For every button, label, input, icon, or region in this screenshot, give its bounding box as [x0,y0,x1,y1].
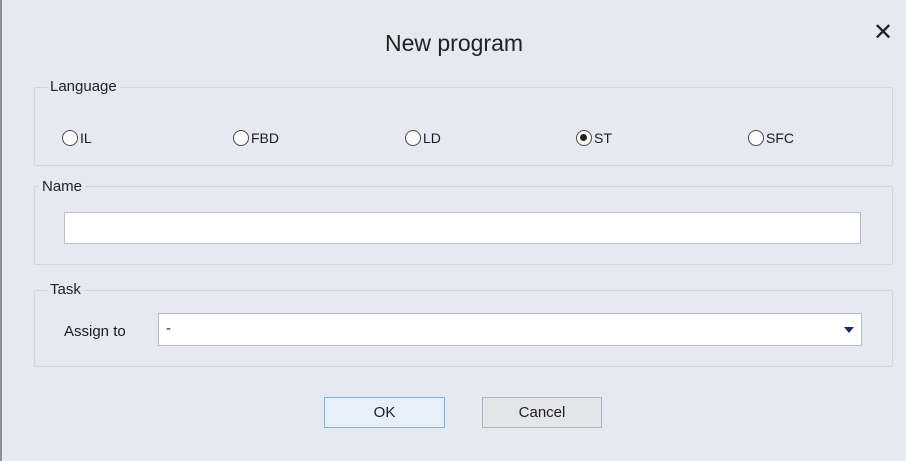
assign-to-label: Assign to [64,323,126,340]
radio-fbd-label: FBD [251,130,279,146]
radio-fbd-circle[interactable] [233,130,249,146]
title-bar: New program ✕ [2,0,906,78]
language-group-label: Language [47,78,120,95]
chevron-down-icon[interactable] [844,327,854,333]
radio-il[interactable]: IL [62,126,92,150]
radio-sfc-label: SFC [766,130,794,146]
new-program-dialog: New program ✕ Language IL FBD LD ST SFC … [0,0,906,461]
assign-to-dropdown[interactable]: - [158,313,862,346]
dialog-title: New program [384,30,524,56]
task-group-label: Task [47,281,84,298]
radio-ld[interactable]: LD [405,126,441,150]
radio-st-label: ST [594,130,612,146]
radio-fbd[interactable]: FBD [233,126,279,150]
radio-ld-label: LD [423,130,441,146]
assign-to-value: - [166,320,171,337]
radio-sfc[interactable]: SFC [748,126,794,150]
close-icon[interactable]: ✕ [870,20,896,46]
ok-button[interactable]: OK [324,397,445,428]
name-group-label: Name [39,178,86,195]
cancel-button[interactable]: Cancel [482,397,602,428]
radio-st-circle[interactable] [576,130,592,146]
radio-st[interactable]: ST [576,126,612,150]
radio-il-label: IL [80,130,92,146]
radio-il-circle[interactable] [62,130,78,146]
radio-sfc-circle[interactable] [748,130,764,146]
name-input[interactable] [64,212,861,244]
radio-ld-circle[interactable] [405,130,421,146]
